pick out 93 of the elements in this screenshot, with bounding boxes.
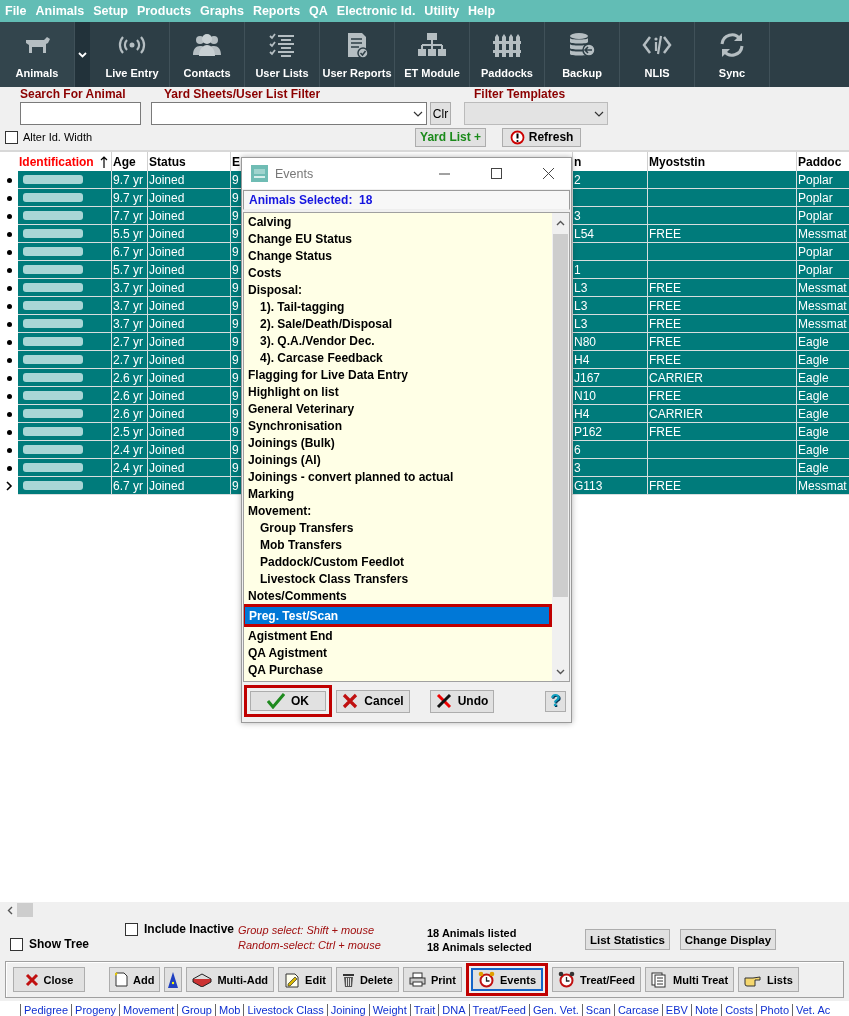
table-cell: N80 <box>573 333 647 350</box>
table-cell: Joined <box>148 297 230 314</box>
table-cell: 3.7 yr <box>112 297 147 314</box>
table-cell: 2.6 yr <box>112 405 147 422</box>
table-cell: Eagle <box>797 459 849 476</box>
table-cell: P162 <box>573 423 647 440</box>
table-cell: Poplar <box>797 261 849 278</box>
table-cell: 6 <box>573 441 647 458</box>
table-cell: Joined <box>148 279 230 296</box>
table-cell: FREE <box>648 387 796 404</box>
table-cell: Poplar <box>797 243 849 260</box>
hint-text: Random-select: Ctrl + mouse <box>238 938 382 953</box>
table-cell: FREE <box>648 423 796 440</box>
table-cell: Eagle <box>797 405 849 422</box>
table-cell: 2.4 yr <box>112 459 147 476</box>
table-cell: 6.7 yr <box>112 477 147 494</box>
table-cell: Joined <box>148 189 230 206</box>
table-cell: CARRIER <box>648 405 796 422</box>
table-cell: Eagle <box>797 369 849 386</box>
table-cell: FREE <box>648 225 796 242</box>
table-cell: Joined <box>148 477 230 494</box>
table-cell: L3 <box>573 297 647 314</box>
table-cell: Joined <box>148 225 230 242</box>
table-cell: Joined <box>148 369 230 386</box>
field-label: Filter Templates <box>474 87 567 102</box>
dialog-title: Events <box>275 166 315 181</box>
table-cell: 9.7 yr <box>112 171 147 188</box>
field-label: Search For Animal <box>20 87 127 102</box>
table-cell: Joined <box>148 423 230 440</box>
table-cell: Eagle <box>797 441 849 458</box>
table-cell: 2.5 yr <box>112 423 147 440</box>
table-cell: L3 <box>573 315 647 332</box>
table-cell: 3.7 yr <box>112 279 147 296</box>
table-cell: 3.7 yr <box>112 315 147 332</box>
table-cell: 5.7 yr <box>112 261 147 278</box>
table-cell: Messmat <box>797 279 849 296</box>
table-cell: FREE <box>648 279 796 296</box>
table-cell: Eagle <box>797 351 849 368</box>
table-cell: FREE <box>648 333 796 350</box>
count-text: 18 Animals selected <box>427 940 533 954</box>
count-text: 18 Animals listed <box>427 926 518 940</box>
table-cell: 9.7 yr <box>112 189 147 206</box>
table-cell: FREE <box>648 477 796 494</box>
table-cell: G113 <box>573 477 647 494</box>
table-cell: 7.7 yr <box>112 207 147 224</box>
table-cell: Poplar <box>797 171 849 188</box>
table-cell: Joined <box>148 459 230 476</box>
table-cell: 1 <box>573 261 647 278</box>
table-cell: H4 <box>573 351 647 368</box>
table-cell: Messmat <box>797 477 849 494</box>
table-cell: CARRIER <box>648 369 796 386</box>
hint-text: Group select: Shift + mouse <box>238 923 376 938</box>
table-cell: 2.6 yr <box>112 387 147 404</box>
checkbox-label: Show Tree <box>29 937 90 951</box>
table-cell: Joined <box>148 243 230 260</box>
checkbox-label: Alter Id. Width <box>23 131 93 143</box>
table-cell: Joined <box>148 333 230 350</box>
table-cell: Joined <box>148 387 230 404</box>
table-cell: Joined <box>148 351 230 368</box>
table-cell: Eagle <box>797 387 849 404</box>
table-cell: 2.6 yr <box>112 369 147 386</box>
table-cell: FREE <box>648 297 796 314</box>
table-cell: Poplar <box>797 207 849 224</box>
table-cell: 3 <box>573 459 647 476</box>
table-cell: Messmat <box>797 297 849 314</box>
selection-count: Animals Selected: 18 <box>243 190 570 210</box>
table-cell: 3 <box>573 207 647 224</box>
table-cell: FREE <box>648 351 796 368</box>
table-cell: 2.4 yr <box>112 441 147 458</box>
table-cell: Eagle <box>797 423 849 440</box>
table-cell: Joined <box>148 405 230 422</box>
table-cell: Joined <box>148 207 230 224</box>
table-cell: Poplar <box>797 189 849 206</box>
field-label: Yard Sheets/User List Filter <box>164 87 322 102</box>
table-cell: N10 <box>573 387 647 404</box>
table-cell: Messmat <box>797 315 849 332</box>
table-cell: 5.5 yr <box>112 225 147 242</box>
table-cell: 6.7 yr <box>112 243 147 260</box>
table-cell: Joined <box>148 261 230 278</box>
checkbox-label: Include Inactive <box>144 922 235 936</box>
table-cell: 2 <box>573 171 647 188</box>
table-cell: 2.7 yr <box>112 333 147 350</box>
table-cell: Eagle <box>797 333 849 350</box>
table-cell: Joined <box>148 171 230 188</box>
table-cell: FREE <box>648 315 796 332</box>
table-cell: Joined <box>148 441 230 458</box>
table-cell: L54 <box>573 225 647 242</box>
table-cell: L3 <box>573 279 647 296</box>
table-cell: J167 <box>573 369 647 386</box>
table-cell: Messmat <box>797 225 849 242</box>
table-cell: Joined <box>148 315 230 332</box>
table-cell: H4 <box>573 405 647 422</box>
table-cell: 2.7 yr <box>112 351 147 368</box>
